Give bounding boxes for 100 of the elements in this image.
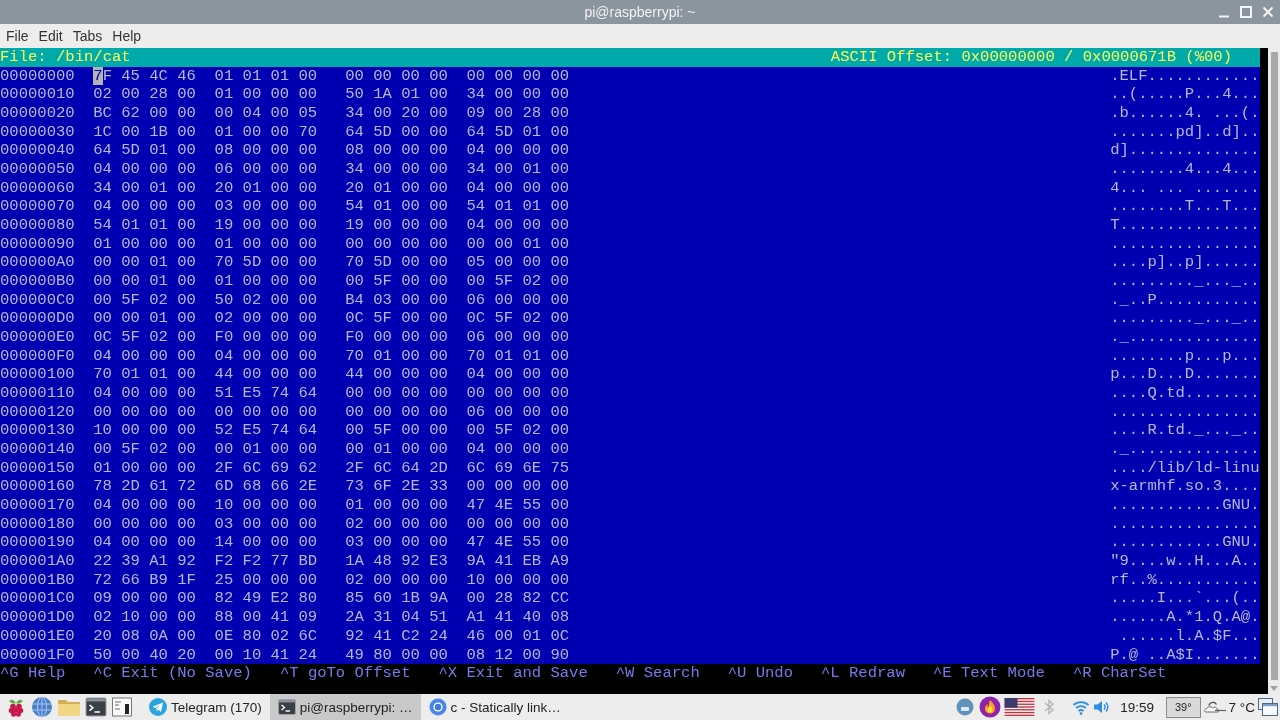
hex-bytes: 44 00 00 00 [345, 365, 448, 385]
hex-bytes: 01 00 00 00 [345, 496, 448, 515]
maximize-icon[interactable] [1240, 6, 1252, 18]
hex-bytes: 82 49 E2 80 [214, 589, 318, 609]
menu-item[interactable]: Help [107, 26, 147, 46]
hex-bytes: 64 5D 00 00 [345, 122, 448, 142]
hex-bytes: 10 00 00 00 [466, 570, 570, 590]
offset-label: 00000000 [0, 66, 75, 86]
shortcut-hint: ^T goTo Offset [279, 664, 411, 683]
hex-bytes: 04 00 00 00 [93, 197, 196, 217]
offset-label: 00000110 [0, 384, 75, 403]
hex-bytes: F0 00 00 00 [214, 328, 318, 347]
hex-bytes: F2 F2 77 BD [214, 552, 318, 571]
scroll-down-icon[interactable] [1270, 686, 1278, 691]
shortcut-hint: ^L Redraw [821, 664, 905, 683]
hex-bytes: 00 5F 02 00 [93, 440, 196, 459]
hex-bytes: 01 00 00 00 [93, 458, 196, 478]
offset-label: 00000080 [0, 216, 75, 235]
hex-bytes: 04 00 00 00 [214, 346, 318, 366]
offset-label: 000000B0 [0, 272, 75, 291]
ascii-text: ................ [1110, 234, 1260, 254]
hex-bytes: 01 00 00 00 [214, 85, 318, 104]
taskbar-button[interactable]: pi@raspberrypi: … [269, 694, 421, 720]
flag-icon[interactable] [1004, 698, 1036, 716]
hex-bytes: 02 00 00 00 [214, 309, 318, 329]
hex-bytes: 02 00 28 00 [93, 85, 196, 104]
hex-bytes: 04 00 00 00 [466, 440, 570, 459]
ascii-text: ................ [1110, 514, 1260, 534]
hex-bytes: 09 00 28 00 [466, 104, 570, 123]
offset-label: 000000A0 [0, 253, 75, 273]
offset-status: ASCII Offset: 0x00000000 / 0x0000671B (%00) [830, 48, 1232, 67]
windows-icon[interactable] [1258, 698, 1278, 716]
wifi-icon[interactable] [1072, 698, 1091, 716]
ascii-text: ._.............. [1110, 328, 1260, 347]
hex-bytes: 00 00 00 00 [345, 66, 448, 86]
ascii-text: .......pd]..d].. [1110, 122, 1260, 142]
hex-bytes: 00 00 01 00 [466, 234, 570, 254]
taskbar-button[interactable]: Telegram (170) [141, 694, 270, 720]
document-icon[interactable] [111, 696, 133, 718]
hex-bytes: 00 00 00 00 [466, 477, 570, 497]
menu-item[interactable]: Edit [33, 26, 68, 46]
hex-bytes: 00 04 00 05 [214, 104, 318, 123]
hex-bytes: 03 00 00 00 [214, 514, 318, 534]
hex-bytes: 70 5D 00 00 [214, 253, 318, 273]
ascii-text: ........T...T... [1110, 197, 1260, 217]
hex-bytes: 70 5D 00 00 [345, 253, 448, 273]
hex-bytes: 2A 31 04 51 [345, 608, 448, 627]
hex-bytes: 54 01 01 00 [93, 216, 196, 235]
hex-bytes: 00 00 00 00 [466, 514, 570, 534]
globe-icon[interactable] [31, 696, 53, 718]
hex-bytes: 73 6F 2E 33 [345, 477, 448, 497]
ascii-text: ........4...4... [1110, 160, 1260, 179]
hex-bytes: 01 01 01 00 [214, 66, 318, 86]
hex-bytes: 14 00 00 00 [214, 533, 318, 553]
hex-bytes: 04 00 00 00 [466, 365, 570, 385]
hex-bytes: 01 00 00 70 [214, 122, 318, 142]
hex-bytes: 72 66 B9 1F [93, 570, 196, 590]
hex-bytes: 0C 5F 02 00 [93, 328, 196, 347]
offset-label: 000001F0 [0, 645, 75, 665]
hex-bytes: 00 00 00 00 [214, 402, 318, 422]
offset-label: 00000060 [0, 178, 75, 198]
hex-bytes: 00 28 82 CC [466, 589, 570, 609]
hex-bytes: 04 00 00 00 [93, 160, 196, 179]
offset-label: 00000140 [0, 440, 75, 459]
ascii-text: T............... [1110, 216, 1260, 235]
offset-label: 00000150 [0, 458, 75, 478]
scrollbar-thumb[interactable] [1270, 52, 1278, 680]
hex-bytes: B4 03 00 00 [345, 290, 448, 310]
hex-bytes: 50 1A 01 00 [345, 85, 448, 104]
hex-bytes: 01 00 00 00 [214, 234, 318, 254]
hex-bytes: 1A 48 92 E3 [345, 552, 448, 571]
hex-bytes: 6C 69 6E 75 [466, 458, 570, 478]
menu-item[interactable]: Tabs [67, 26, 108, 46]
hex-bytes: 00 00 00 00 [466, 66, 570, 86]
taskbar-button[interactable]: c - Statically link… [420, 694, 569, 720]
hex-bytes: 06 00 00 00 [466, 328, 570, 347]
hex-bytes: 19 00 00 00 [345, 216, 448, 235]
hex-bytes: 00 5F 02 00 [466, 421, 570, 441]
offset-label: 000000C0 [0, 290, 75, 310]
ascii-text: ........p...p... [1110, 346, 1260, 366]
ascii-text: ._.............. [1110, 440, 1260, 459]
shortcut-hint: ^G Help [0, 664, 66, 683]
clock[interactable]: 19:59 [1120, 699, 1154, 715]
ascii-text: ........._..._.. [1110, 272, 1260, 291]
offset-label: 000000F0 [0, 346, 75, 366]
offset-label: 00000070 [0, 197, 75, 217]
hex-bytes: 10 00 00 00 [214, 496, 318, 515]
menu-item[interactable]: File [1, 26, 34, 46]
flame-icon[interactable] [979, 696, 1002, 718]
hex-bytes: 00 00 01 00 [93, 272, 196, 291]
hex-bytes: 00 5F 00 00 [345, 421, 448, 441]
terminal-icon[interactable] [85, 696, 107, 718]
speaker-icon[interactable] [1092, 698, 1111, 716]
hex-bytes: 04 00 00 00 [93, 346, 196, 366]
ring-icon [428, 698, 447, 716]
close-icon[interactable] [1262, 6, 1274, 18]
hex-bytes: 03 00 00 00 [345, 533, 448, 553]
ascii-text: ....p]..p]...... [1110, 253, 1260, 273]
disc-icon[interactable] [956, 698, 975, 716]
hex-bytes: 47 4E 55 00 [466, 533, 570, 553]
